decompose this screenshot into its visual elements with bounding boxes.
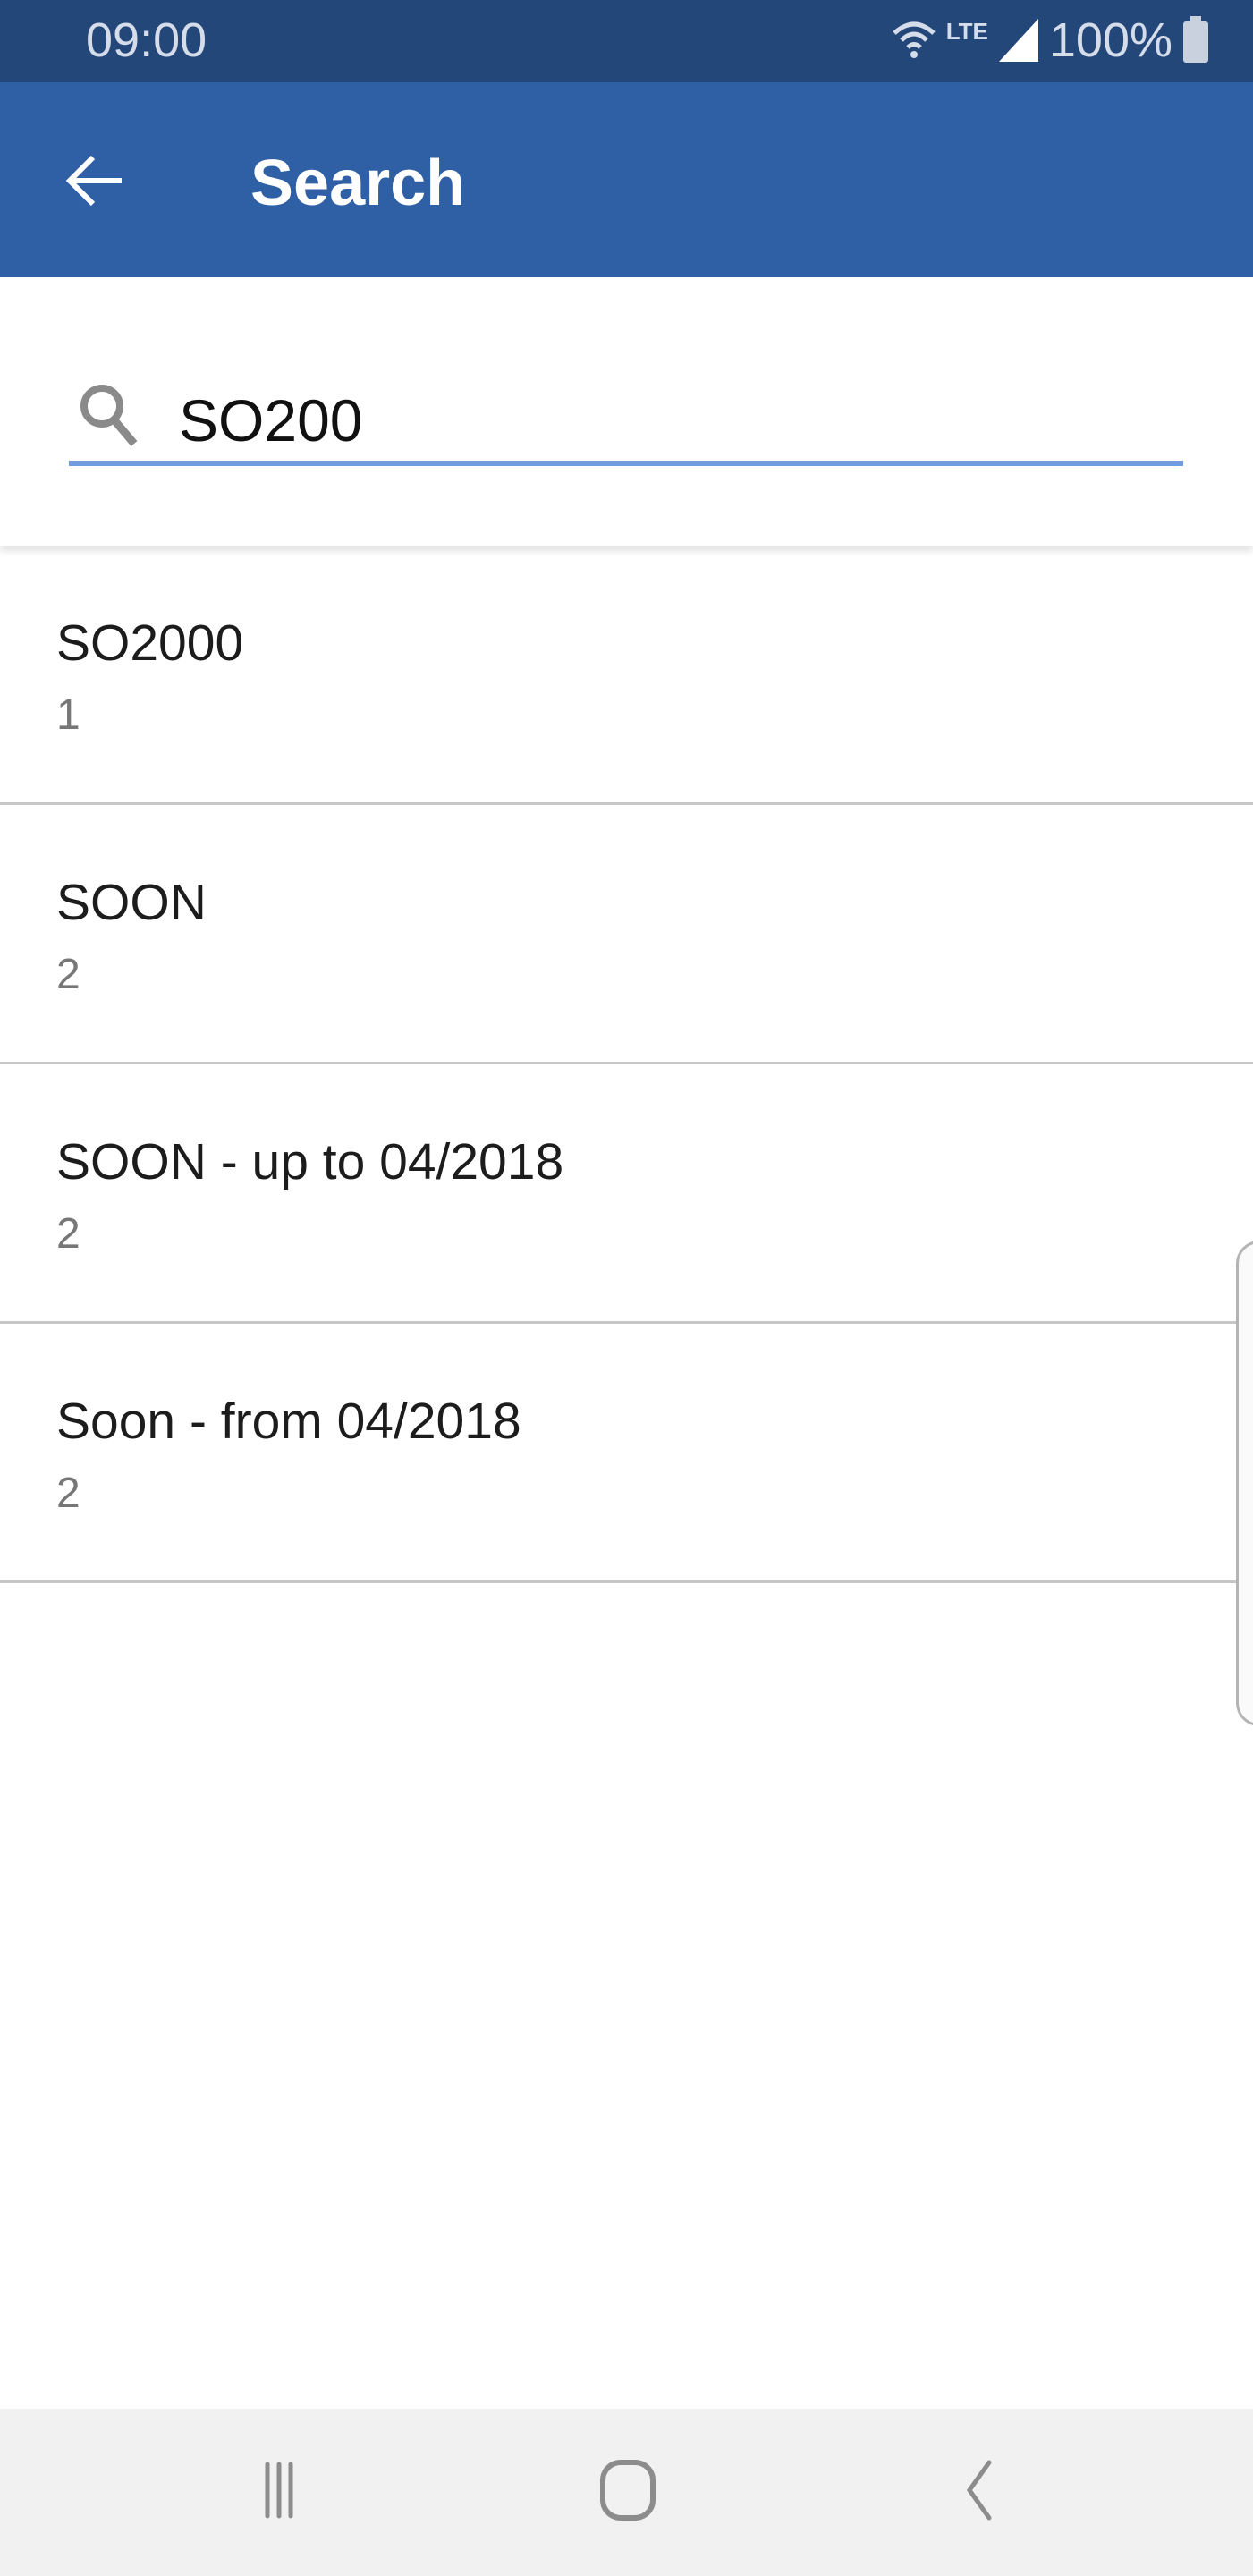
battery-icon [1183,16,1208,63]
search-bar [0,277,1253,546]
results-list: SO2000 1 SOON 2 SOON - up to 04/2018 2 S… [0,546,1253,1583]
item-title: Soon - from 04/2018 [56,1393,521,1450]
item-title: SOON - up to 04/2018 [56,1133,564,1191]
item-count: 1 [56,691,80,739]
item-count: 2 [56,1210,80,1258]
battery-percent: 100% [1048,13,1173,67]
search-input[interactable] [179,376,1163,465]
item-count: 2 [56,951,80,998]
back-arrow-icon[interactable] [63,147,131,215]
recent-apps-icon[interactable] [243,2459,315,2521]
list-item[interactable]: Soon - from 04/2018 2 [0,1324,1253,1583]
status-bar: 09:00 LTE 100% [0,0,1253,82]
page-title: Search [250,148,466,219]
signal-icon [998,19,1038,62]
item-title: SOON [56,874,207,931]
edge-panel-handle[interactable] [1236,1241,1253,1726]
search-input-underline [69,461,1183,466]
status-time: 09:00 [86,13,207,67]
search-icon [80,385,138,446]
list-item[interactable]: SO2000 1 [0,546,1253,805]
back-icon[interactable] [943,2459,1014,2521]
item-title: SO2000 [56,614,244,672]
item-count: 2 [56,1470,80,1517]
status-icons: LTE 100% [891,13,1210,68]
network-type: LTE [945,18,988,45]
list-item[interactable]: SOON - up to 04/2018 2 [0,1064,1253,1324]
home-icon[interactable] [592,2459,664,2521]
wifi-icon [893,21,936,58]
list-item[interactable]: SOON 2 [0,805,1253,1064]
navigation-bar [0,2409,1253,2576]
app-bar: Search [0,82,1253,277]
